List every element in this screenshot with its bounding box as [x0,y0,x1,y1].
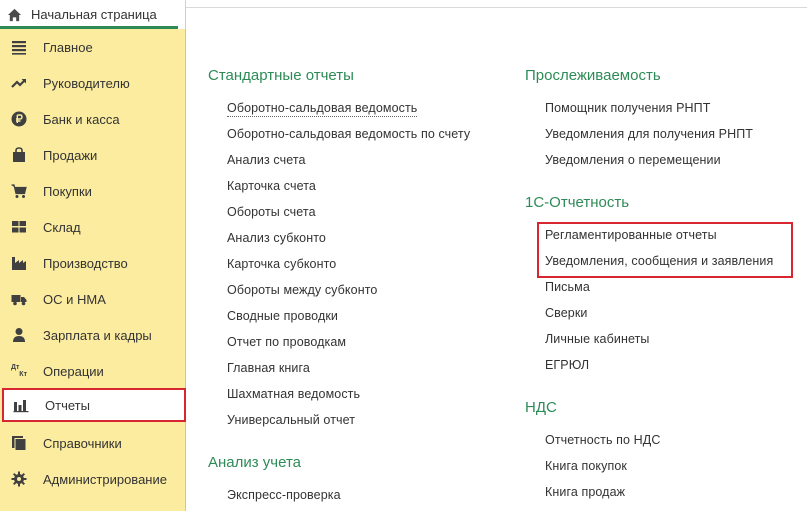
sidebar-item-label: Зарплата и кадры [43,327,152,343]
sidebar-item-label: Администрирование [43,471,167,487]
gear-icon [11,471,27,487]
sidebar-item-warehouse[interactable]: Склад [0,210,186,244]
factory-icon [11,255,27,271]
menu-lines-icon [11,39,27,55]
tab-bar-divider [186,0,807,8]
sidebar-item-references[interactable]: Справочники [0,426,186,460]
sidebar-item-label: Отчеты [45,397,90,413]
report-link[interactable]: Сверки [545,306,587,320]
sidebar-item-label: Производство [43,255,128,271]
report-link[interactable]: Анализ субконто [227,231,326,245]
section-title-standard-reports: Стандартные отчеты [208,67,354,84]
report-link[interactable]: Личные кабинеты [545,332,650,346]
report-link[interactable]: Письма [545,280,590,294]
report-link[interactable]: Уведомления о перемещении [545,153,721,167]
report-link[interactable]: Отчетность по НДС [545,433,660,447]
sidebar-item-label: Справочники [43,435,122,451]
section-title-accounting-analysis: Анализ учета [208,454,302,471]
sidebar-item-label: Руководителю [43,75,130,91]
report-link[interactable]: Книга покупок [545,459,627,473]
dt-kt-icon-debit: Дт [11,364,20,371]
report-link[interactable]: Анализ счета [227,153,306,167]
sidebar-item-label: Продажи [43,147,98,163]
sidebar-item-label: Покупки [43,183,92,199]
person-icon [11,327,27,343]
sidebar-item-label: Склад [43,219,81,235]
warehouse-grid-icon [11,219,27,235]
bar-chart-icon [13,397,29,413]
section-title-1c-reporting: 1С-Отчетность [525,194,630,211]
books-icon [11,435,27,451]
sidebar-item-operations[interactable]: Дт Кт Операции [0,354,186,388]
report-link[interactable]: Обороты счета [227,205,316,219]
report-link[interactable]: Регламентированные отчеты [545,228,717,242]
ruble-coin-icon [11,111,27,127]
report-link[interactable]: Книга продаж [545,485,625,499]
sidebar-item-admin[interactable]: Администрирование [0,462,186,496]
sidebar-item-reports[interactable]: Отчеты [2,388,186,422]
report-link[interactable]: Карточка счета [227,179,316,193]
truck-icon [11,291,27,307]
sidebar-item-fixed-assets[interactable]: ОС и НМА [0,282,186,316]
sidebar-item-label: Операции [43,363,104,379]
sidebar-item-manager[interactable]: Руководителю [0,66,186,100]
report-link[interactable]: Уведомления для получения РНПТ [545,127,753,141]
report-link[interactable]: Уведомления, сообщения и заявления [545,254,773,268]
top-tab-bar: Начальная страница [0,0,807,29]
report-link[interactable]: Отчет по проводкам [227,335,346,349]
report-link[interactable]: Экспресс-проверка [227,488,341,502]
sidebar-item-sales[interactable]: Продажи [0,138,186,172]
sidebar-item-purchases[interactable]: Покупки [0,174,186,208]
dt-kt-icon-credit: Кт [19,371,27,378]
shopping-bag-icon [11,147,27,163]
sidebar-item-production[interactable]: Производство [0,246,186,280]
sidebar-item-label: ОС и НМА [43,291,106,307]
report-link[interactable]: Карточка субконто [227,257,336,271]
report-link[interactable]: Оборотно-сальдовая ведомость [227,101,418,117]
report-link[interactable]: Сводные проводки [227,309,338,323]
report-link[interactable]: Универсальный отчет [227,413,355,427]
sidebar-item-salary[interactable]: Зарплата и кадры [0,318,186,352]
report-link[interactable]: Главная книга [227,361,310,375]
cart-icon [11,183,27,199]
sidebar-item-label: Главное [43,39,93,55]
dt-kt-icon: Дт Кт [11,363,27,379]
home-tab[interactable]: Начальная страница [0,0,186,29]
sidebar: Главное Руководителю Банк и касса Продаж… [0,29,186,511]
sidebar-item-main[interactable]: Главное [0,30,186,64]
report-link[interactable]: Обороты между субконто [227,283,377,297]
sidebar-item-label: Банк и касса [43,111,120,127]
section-title-traceability: Прослеживаемость [525,67,661,84]
report-link[interactable]: ЕГРЮЛ [545,358,589,372]
home-icon [7,8,22,22]
trend-icon [11,75,27,91]
section-title-vat: НДС [525,399,557,416]
report-link[interactable]: Помощник получения РНПТ [545,101,710,115]
sidebar-item-bank[interactable]: Банк и касса [0,102,186,136]
home-tab-label: Начальная страница [31,7,157,22]
report-link[interactable]: Шахматная ведомость [227,387,360,401]
report-link[interactable]: Оборотно-сальдовая ведомость по счету [227,127,470,141]
